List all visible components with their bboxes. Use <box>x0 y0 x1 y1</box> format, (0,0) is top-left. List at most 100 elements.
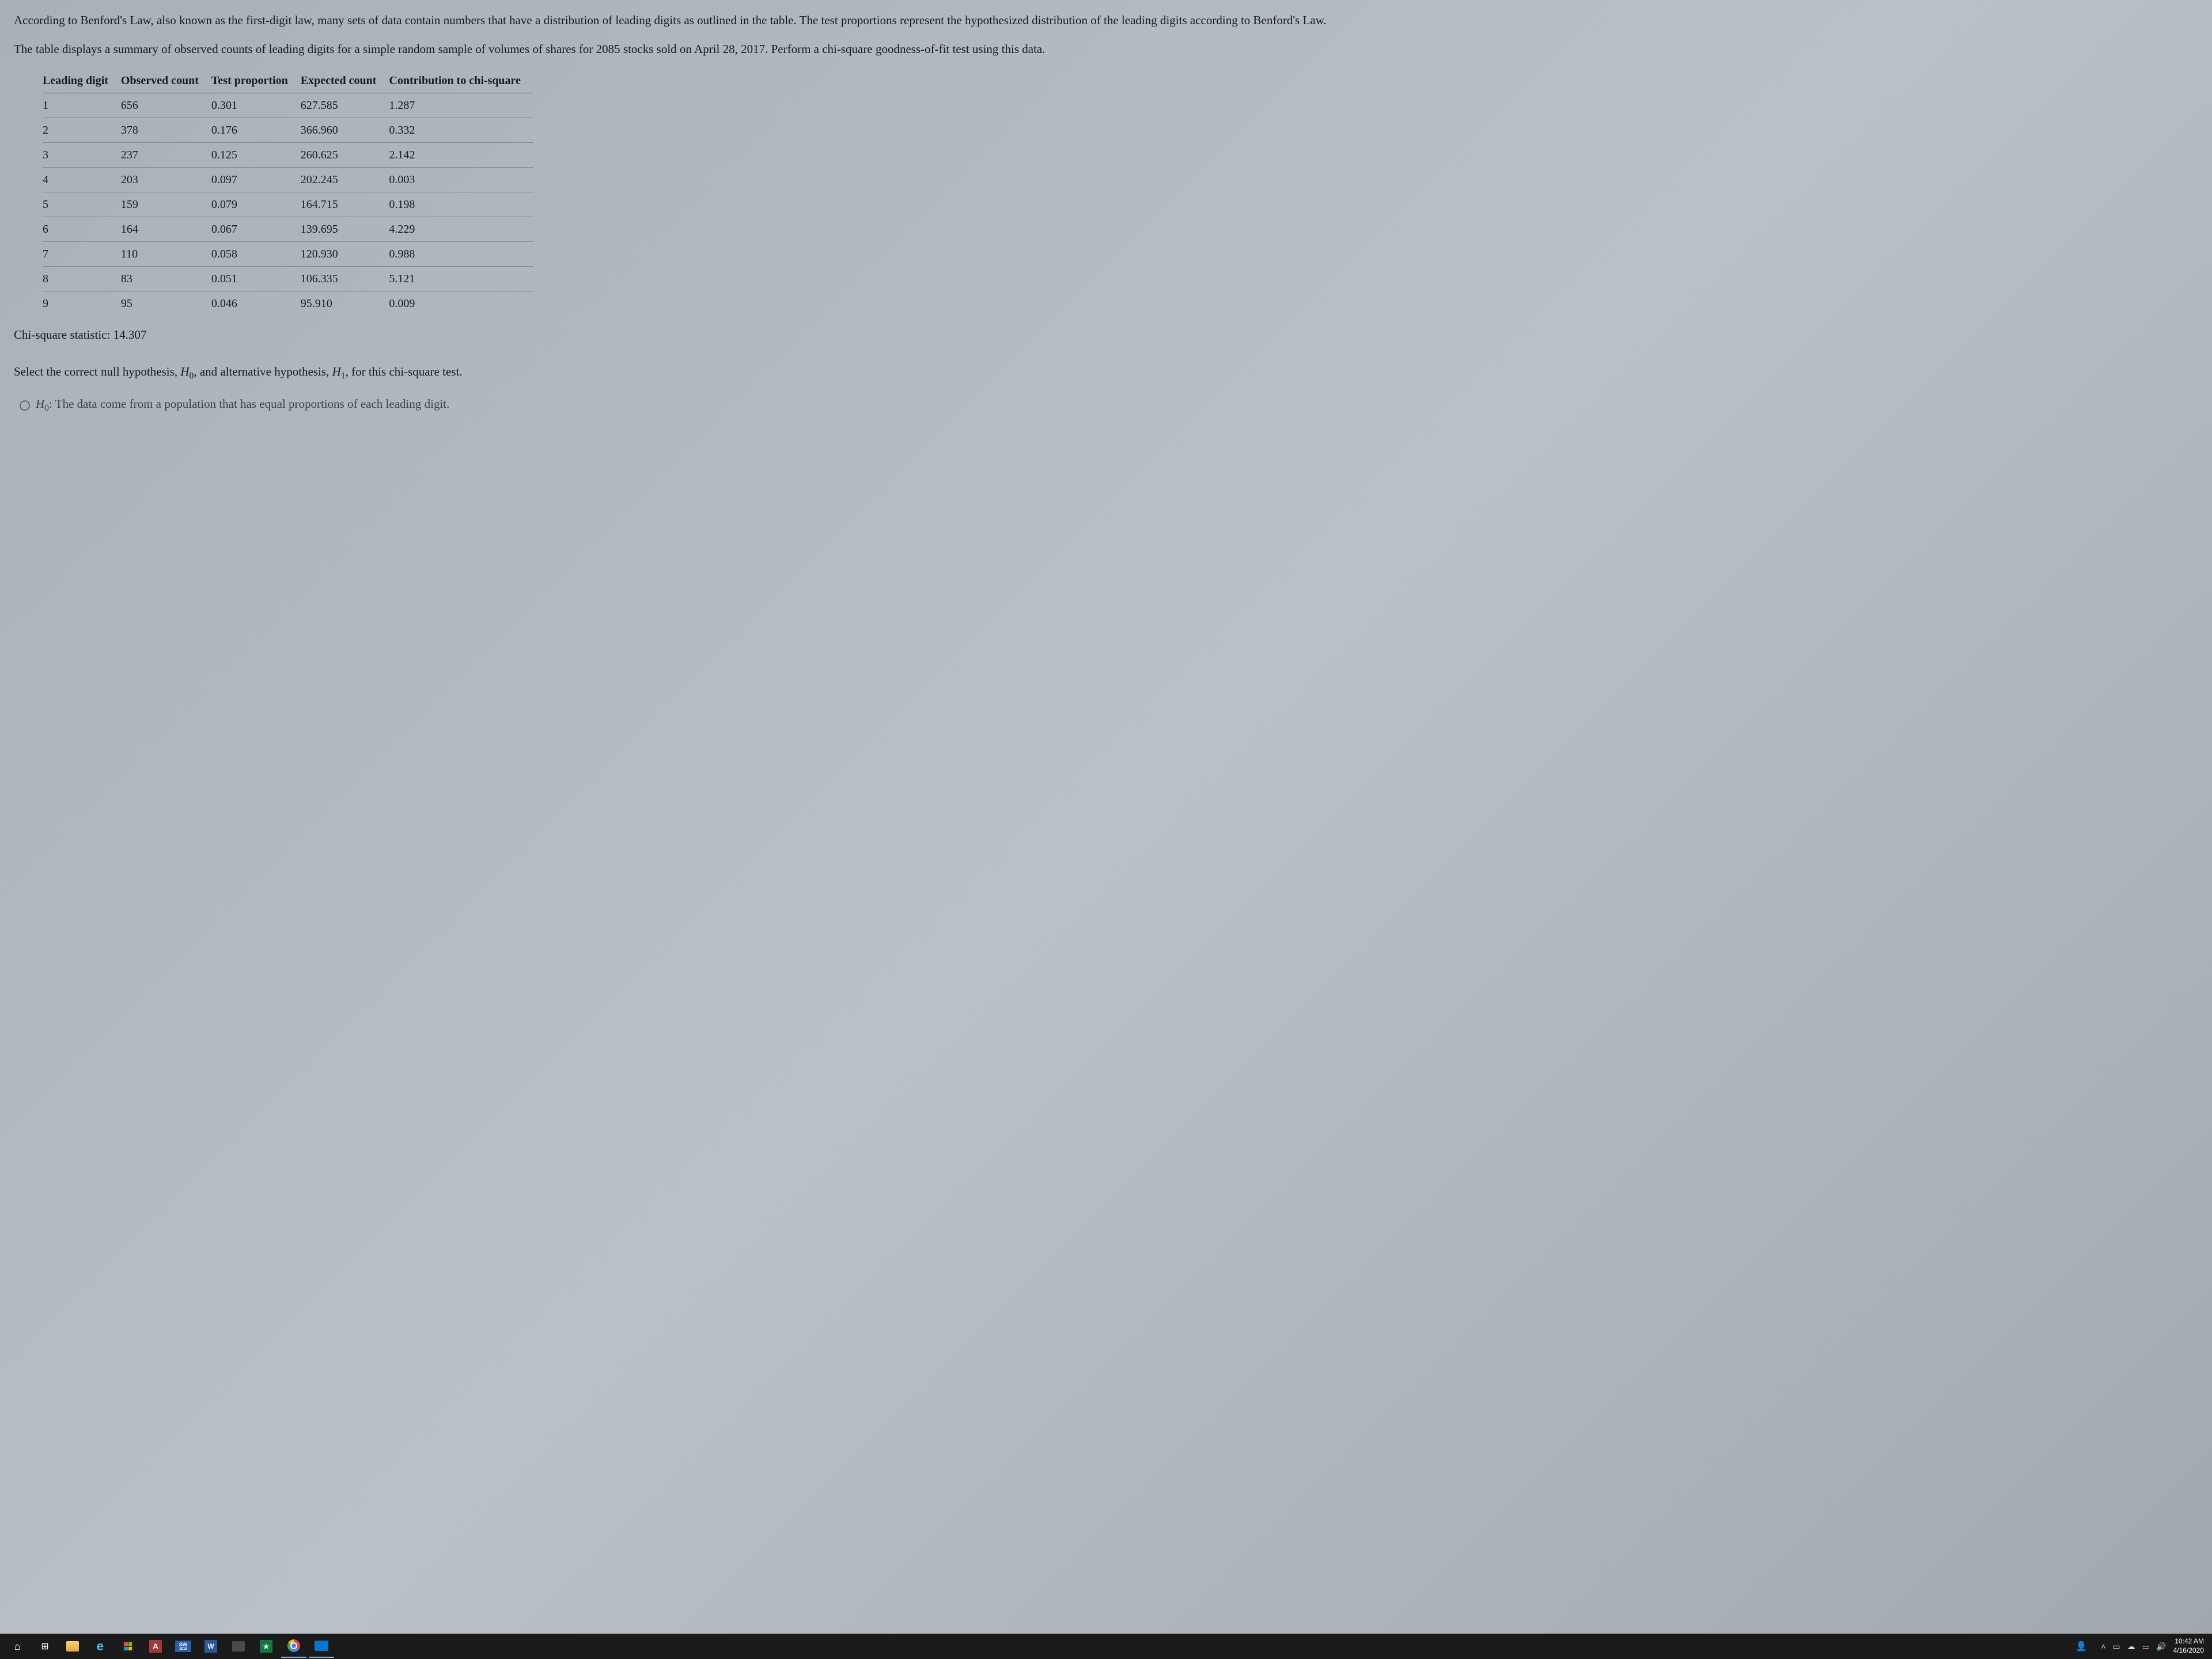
option-h0-symbol: H <box>36 397 44 411</box>
table-cell: 7 <box>43 242 121 267</box>
solidworks-icon[interactable]: SW2019 <box>171 1635 196 1658</box>
table-row: 42030.097202.2450.003 <box>43 168 533 192</box>
chi-square-statistic: Chi-square statistic: 14.307 <box>14 326 2198 344</box>
table-cell: 0.176 <box>211 118 301 143</box>
table-cell: 2 <box>43 118 121 143</box>
option-statement: : The data come from a population that h… <box>49 397 449 411</box>
clock-date: 4/16/2020 <box>2173 1646 2204 1656</box>
prompt-text-post: , for this chi-square test. <box>346 365 463 378</box>
table-cell: 0.988 <box>389 242 533 267</box>
file-explorer-icon[interactable] <box>60 1635 85 1658</box>
cortana-icon[interactable]: ⌂ <box>5 1635 30 1658</box>
table-cell: 139.695 <box>301 217 389 242</box>
table-cell: 8 <box>43 267 121 291</box>
intro-paragraph-2: The table displays a summary of observed… <box>14 40 2198 59</box>
table-row: 8830.051106.3355.121 <box>43 267 533 291</box>
table-cell: 106.335 <box>301 267 389 291</box>
sw-label-top: SW <box>179 1642 188 1647</box>
table-header-row: Leading digit Observed count Test propor… <box>43 69 533 93</box>
table-cell: 5.121 <box>389 267 533 291</box>
table-cell: 83 <box>121 267 211 291</box>
table-cell: 3 <box>43 143 121 168</box>
microsoft-store-icon[interactable] <box>115 1635 141 1658</box>
table-cell: 164 <box>121 217 211 242</box>
table-cell: 95 <box>121 291 211 316</box>
table-cell: 366.960 <box>301 118 389 143</box>
battery-icon[interactable]: ▭ <box>2112 1642 2120 1652</box>
intro-paragraph-1: According to Benford's Law, also known a… <box>14 12 2198 30</box>
table-cell: 4.229 <box>389 217 533 242</box>
table-cell: 656 <box>121 93 211 118</box>
table-cell: 0.079 <box>211 192 301 217</box>
question-prompt: Select the correct null hypothesis, H0, … <box>14 363 2198 383</box>
wifi-icon[interactable]: ⚍ <box>2142 1642 2150 1652</box>
taskbar-left: ⌂ ⊞ e A SW2019 W ★ <box>5 1635 2069 1658</box>
table-row: 32370.125260.6252.142 <box>43 143 533 168</box>
table-row: 61640.067139.6954.229 <box>43 217 533 242</box>
table-cell: 1.287 <box>389 93 533 118</box>
taskbar-right: 👤 ˄ ▭ ☁ ⚍ 🔊 10:42 AM 4/16/2020 <box>2069 1635 2207 1658</box>
header-test-proportion: Test proportion <box>211 69 301 93</box>
table-cell: 5 <box>43 192 121 217</box>
people-icon[interactable]: 👤 <box>2069 1635 2094 1658</box>
benford-table: Leading digit Observed count Test propor… <box>43 69 533 316</box>
table-cell: 120.930 <box>301 242 389 267</box>
radio-icon[interactable] <box>20 400 30 411</box>
table-cell: 0.058 <box>211 242 301 267</box>
table-cell: 164.715 <box>301 192 389 217</box>
table-row: 51590.079164.7150.198 <box>43 192 533 217</box>
table-row: 9950.04695.9100.009 <box>43 291 533 316</box>
access-icon[interactable]: A <box>143 1635 168 1658</box>
table-cell: 0.067 <box>211 217 301 242</box>
table-cell: 0.051 <box>211 267 301 291</box>
header-expected-count: Expected count <box>301 69 389 93</box>
h1-subscript: 1 <box>341 371 346 381</box>
table-cell: 6 <box>43 217 121 242</box>
table-cell: 0.003 <box>389 168 533 192</box>
prompt-text-pre: Select the correct null hypothesis, <box>14 365 180 378</box>
cloud-icon[interactable]: ☁ <box>2127 1642 2135 1652</box>
table-cell: 0.046 <box>211 291 301 316</box>
table-cell: 0.332 <box>389 118 533 143</box>
option-text: H0: The data come from a population that… <box>36 395 449 415</box>
camera-app-icon[interactable] <box>309 1635 334 1658</box>
table-cell: 159 <box>121 192 211 217</box>
table-row: 23780.176366.9600.332 <box>43 118 533 143</box>
option-h0-subscript: 0 <box>44 404 49 414</box>
table-cell: 0.097 <box>211 168 301 192</box>
chrome-icon[interactable] <box>281 1635 306 1658</box>
word-icon[interactable]: W <box>198 1635 224 1658</box>
clock-time: 10:42 AM <box>2173 1637 2204 1646</box>
table-cell: 203 <box>121 168 211 192</box>
header-observed-count: Observed count <box>121 69 211 93</box>
table-row: 71100.058120.9300.988 <box>43 242 533 267</box>
table-cell: 1 <box>43 93 121 118</box>
tray-chevron-icon[interactable]: ˄ <box>2101 1642 2105 1651</box>
h0-symbol: H <box>180 365 189 378</box>
table-cell: 627.585 <box>301 93 389 118</box>
windows-taskbar: ⌂ ⊞ e A SW2019 W ★ 👤 ˄ ▭ ☁ ⚍ 🔊 10:42 AM … <box>0 1634 2212 1659</box>
edge-icon[interactable]: e <box>88 1635 113 1658</box>
table-cell: 2.142 <box>389 143 533 168</box>
app-icon-1[interactable] <box>226 1635 251 1658</box>
taskbar-clock[interactable]: 10:42 AM 4/16/2020 <box>2173 1637 2207 1655</box>
document-content: According to Benford's Law, also known a… <box>0 0 2212 415</box>
table-cell: 237 <box>121 143 211 168</box>
volume-icon[interactable]: 🔊 <box>2156 1642 2166 1652</box>
table-cell: 202.245 <box>301 168 389 192</box>
task-view-icon[interactable]: ⊞ <box>32 1635 58 1658</box>
prompt-text-mid: , and alternative hypothesis, <box>194 365 332 378</box>
table-row: 16560.301627.5851.287 <box>43 93 533 118</box>
table-cell: 260.625 <box>301 143 389 168</box>
table-cell: 4 <box>43 168 121 192</box>
sw-label-bottom: 2019 <box>179 1647 187 1651</box>
table-cell: 0.198 <box>389 192 533 217</box>
answer-option-1[interactable]: H0: The data come from a population that… <box>20 395 2198 415</box>
table-cell: 9 <box>43 291 121 316</box>
table-cell: 0.125 <box>211 143 301 168</box>
table-cell: 0.009 <box>389 291 533 316</box>
h1-symbol: H <box>332 365 341 378</box>
table-cell: 95.910 <box>301 291 389 316</box>
header-leading-digit: Leading digit <box>43 69 121 93</box>
star-app-icon[interactable]: ★ <box>253 1635 279 1658</box>
